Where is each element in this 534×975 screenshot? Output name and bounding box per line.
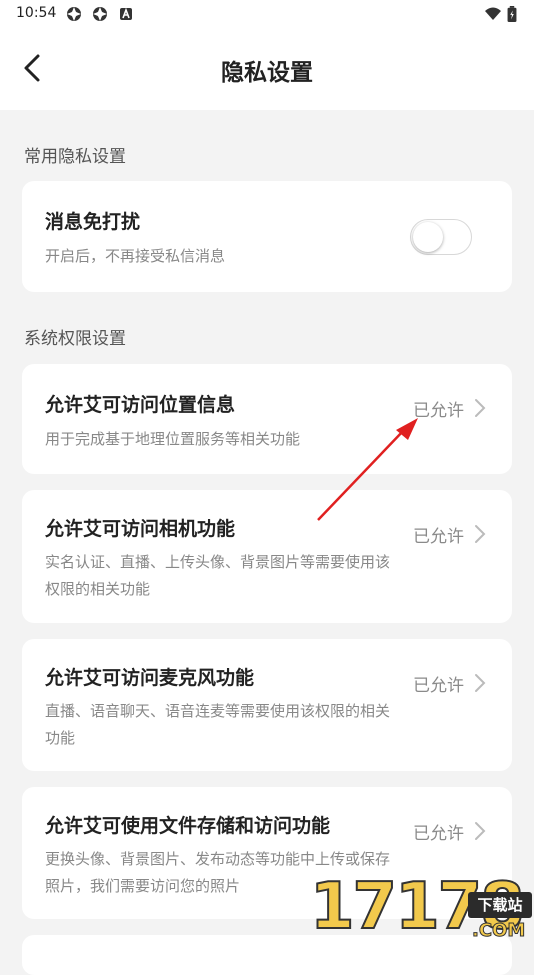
app-notification-icon bbox=[67, 7, 81, 21]
dnd-card: 消息免打扰 开启后，不再接受私信消息 bbox=[22, 181, 512, 292]
permission-item-microphone[interactable]: 允许艾可访问麦克风功能 直播、语音聊天、语音连麦等需要使用该权限的相关功能 已允… bbox=[22, 639, 512, 771]
status-bar: 10:54 bbox=[0, 0, 534, 28]
permission-status: 已允许 bbox=[413, 401, 464, 421]
header: 隐私设置 bbox=[0, 28, 534, 110]
permission-title: 允许艾可访问麦克风功能 bbox=[45, 667, 255, 689]
chevron-right-icon bbox=[475, 399, 486, 417]
chevron-right-icon bbox=[475, 674, 486, 692]
toggle-knob bbox=[413, 222, 443, 252]
watermark-suffix: .COM bbox=[471, 920, 526, 942]
permission-title: 允许艾可访问位置信息 bbox=[45, 394, 236, 416]
section-title-common: 常用隐私设置 bbox=[24, 147, 126, 167]
permission-status: 已允许 bbox=[413, 676, 464, 696]
battery-icon bbox=[507, 6, 517, 22]
page-title: 隐私设置 bbox=[221, 60, 313, 86]
dnd-desc: 开启后，不再接受私信消息 bbox=[45, 247, 226, 265]
permission-title: 允许艾可访问相机功能 bbox=[45, 518, 236, 540]
chevron-right-icon bbox=[475, 822, 486, 840]
permission-title: 允许艾可使用文件存储和访问功能 bbox=[45, 815, 331, 837]
watermark-badge: 下载站 bbox=[468, 892, 532, 918]
permission-status: 已允许 bbox=[413, 527, 464, 547]
status-time: 10:54 bbox=[16, 5, 57, 21]
watermark-logo: 17178 下载站 .COM bbox=[309, 866, 534, 950]
permission-desc: 实名认证、直播、上传头像、背景图片等需要使用该权限的相关功能 bbox=[45, 553, 391, 598]
section-title-system: 系统权限设置 bbox=[24, 329, 126, 349]
dnd-toggle[interactable] bbox=[410, 219, 472, 255]
a-badge-icon bbox=[120, 7, 132, 20]
permission-desc: 直播、语音聊天、语音连麦等需要使用该权限的相关功能 bbox=[45, 702, 391, 747]
permission-desc: 用于完成基于地理位置服务等相关功能 bbox=[45, 430, 301, 448]
chevron-right-icon bbox=[475, 525, 486, 543]
dnd-title: 消息免打扰 bbox=[45, 211, 141, 233]
permission-item-location[interactable]: 允许艾可访问位置信息 用于完成基于地理位置服务等相关功能 已允许 bbox=[22, 364, 512, 474]
wifi-icon bbox=[485, 7, 501, 20]
permission-status: 已允许 bbox=[413, 824, 464, 844]
permission-item-camera[interactable]: 允许艾可访问相机功能 实名认证、直播、上传头像、背景图片等需要使用该权限的相关功… bbox=[22, 490, 512, 623]
app-notification-icon bbox=[93, 7, 107, 21]
